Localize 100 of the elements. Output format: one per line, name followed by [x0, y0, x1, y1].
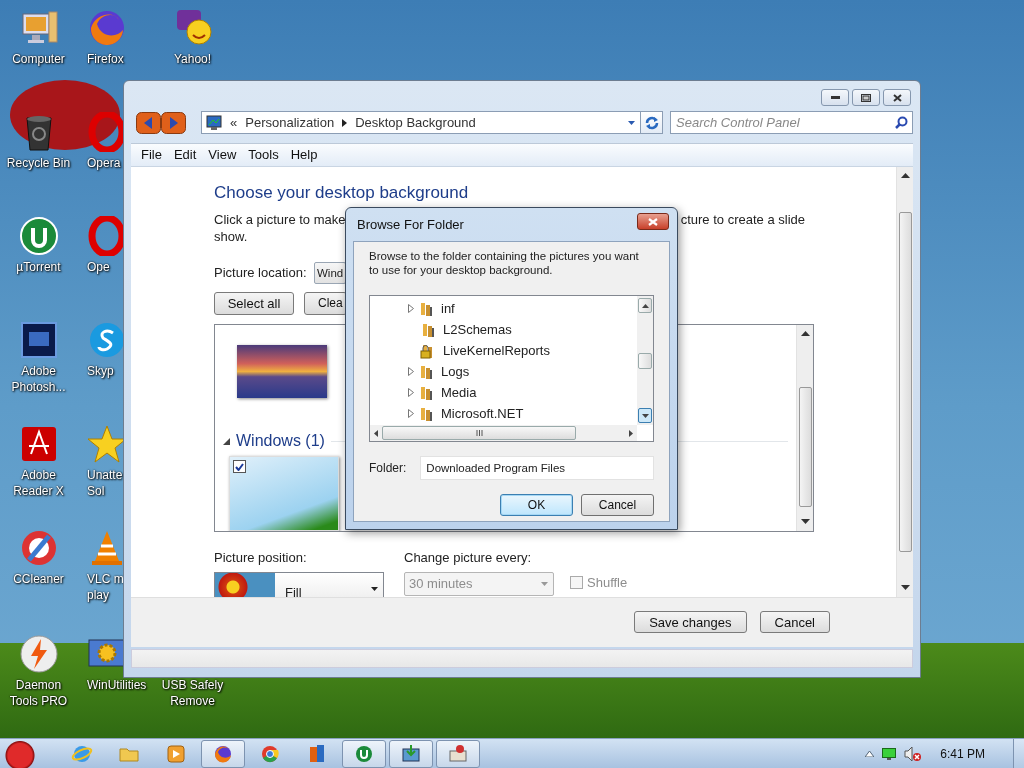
check-icon [235, 462, 244, 471]
scroll-left-icon [374, 429, 378, 437]
caret-icon [627, 118, 636, 127]
maximize-button[interactable] [852, 89, 880, 106]
lightning-bolt-icon [18, 634, 59, 674]
desktop-icon-label[interactable]: Opera [87, 155, 121, 171]
refresh-button[interactable] [641, 111, 663, 135]
scroll-up-button[interactable] [638, 298, 652, 313]
scroll-down-icon [900, 584, 910, 591]
wallpaper-thumbnail[interactable] [237, 344, 327, 398]
action-button[interactable]: Select all [214, 291, 294, 315]
folder-tree-item[interactable]: LiveKernelReports [443, 343, 550, 358]
flower-thumbnail [215, 572, 275, 597]
desktop-icon-label[interactable]: Computer [12, 51, 65, 67]
description-text: cture to create a slide [680, 210, 805, 228]
network-icon [882, 747, 897, 760]
vertical-scrollbar[interactable] [637, 296, 653, 425]
instruction-text: Browse to the folder containing the pictures you want to use for your desktop background. [369, 249, 640, 277]
scroll-down-icon [641, 413, 649, 418]
menu-item[interactable]: File [135, 147, 168, 163]
folder-tree-item[interactable]: L2Schemas [443, 322, 512, 337]
action-button[interactable]: Clea [304, 291, 347, 315]
menu-item[interactable]: Edit [167, 147, 203, 163]
play-icon [165, 742, 187, 765]
scroll-down-icon [800, 518, 810, 525]
grip-icon [475, 430, 483, 436]
menu-item[interactable]: Help [284, 147, 324, 163]
dialog-button[interactable]: OK [500, 494, 573, 516]
back-button[interactable] [136, 111, 161, 134]
breadcrumb-arrow-icon [342, 118, 348, 127]
field-label: Picture location: [214, 265, 306, 281]
address-bar[interactable]: « Personalization Desktop Background [201, 111, 641, 135]
horizontal-scrollbar[interactable] [370, 425, 637, 441]
clock[interactable]: 6:41 PM [940, 746, 985, 761]
desktop-icon-label[interactable]: USB Safely Remove [161, 677, 224, 709]
close-button[interactable] [883, 89, 911, 106]
menu-item[interactable]: Tools [242, 147, 285, 163]
minimize-icon [830, 95, 840, 100]
app-icon [447, 742, 469, 765]
folder-tree-item[interactable]: Microsoft.NET [441, 406, 524, 421]
breadcrumb-link[interactable]: Desktop Background [355, 115, 476, 131]
description-text: Click a picture to make [214, 210, 346, 228]
forward-button[interactable] [161, 111, 186, 134]
taskbar-button[interactable] [436, 739, 480, 768]
checkbox-label: Shuffle [587, 575, 628, 591]
app-icon [400, 742, 422, 765]
control-panel-icon [206, 114, 222, 131]
taskbar-button[interactable] [342, 739, 386, 768]
footer-button[interactable]: Save changes [634, 611, 747, 634]
scroll-down-button[interactable] [638, 408, 652, 423]
scroll-thumb[interactable] [382, 426, 576, 440]
desktop-icon-label[interactable]: Firefox [87, 51, 124, 67]
position-dropdown[interactable]: Fill [214, 571, 384, 597]
search-icon [895, 116, 908, 130]
footer-button[interactable]: Cancel [759, 611, 830, 634]
scroll-right-icon [629, 429, 633, 437]
breadcrumb-link[interactable]: Personalization [245, 115, 335, 131]
maximize-icon [861, 93, 871, 102]
app-icon [18, 320, 59, 360]
show-hidden-icons-icon [865, 750, 875, 757]
app-icon [18, 216, 59, 256]
folder-tree-item[interactable]: Media [441, 385, 477, 400]
vertical-scrollbar[interactable] [796, 324, 813, 531]
menu-item[interactable]: View [202, 147, 243, 163]
scroll-up-icon [641, 303, 649, 308]
description-text: show. [214, 227, 249, 245]
folder-tree-item[interactable]: inf [441, 301, 455, 316]
scroll-up-icon [900, 172, 910, 179]
dialog-title: Browse For Folder [357, 217, 464, 232]
taskbar-button[interactable] [389, 739, 433, 768]
breadcrumb-chevron: « [230, 115, 238, 131]
field-label: Folder: [369, 461, 407, 475]
field-label: Change picture every: [404, 549, 533, 565]
caret-icon [540, 579, 549, 588]
search-field[interactable]: Search Control Panel [670, 111, 913, 135]
close-button[interactable] [637, 213, 669, 230]
app-icon [87, 8, 127, 48]
dialog-button[interactable]: Cancel [581, 494, 654, 516]
caret-icon [370, 584, 379, 593]
desktop-icon-label[interactable]: Yahoo! [173, 51, 212, 67]
folder-field[interactable]: Downloaded Program Files [420, 456, 654, 480]
desktop-icon-label[interactable]: Daemon Tools PRO [9, 677, 68, 709]
minimize-button[interactable] [821, 89, 849, 106]
page-heading: Choose your desktop background [214, 182, 470, 204]
wallpaper-thumbnail[interactable] [229, 456, 339, 531]
group-header[interactable]: Windows (1) [236, 432, 325, 450]
desktop-icon-label[interactable]: WinUtilities [87, 677, 147, 693]
close-icon [648, 217, 658, 226]
show-desktop-button[interactable] [1013, 738, 1024, 768]
scroll-up-icon [800, 330, 810, 337]
location-dropdown[interactable]: Wind [314, 261, 347, 284]
close-icon [892, 93, 902, 102]
refresh-icon [644, 115, 659, 130]
vertical-scrollbar[interactable] [896, 166, 913, 597]
taskbar-button[interactable] [201, 739, 245, 768]
desktop-icon-label[interactable]: Recycle Bin [6, 155, 71, 171]
checkbox[interactable] [233, 460, 246, 473]
scroll-thumb[interactable] [638, 352, 652, 369]
field-label: Picture position: [214, 549, 308, 565]
folder-tree-item[interactable]: Logs [441, 364, 470, 379]
